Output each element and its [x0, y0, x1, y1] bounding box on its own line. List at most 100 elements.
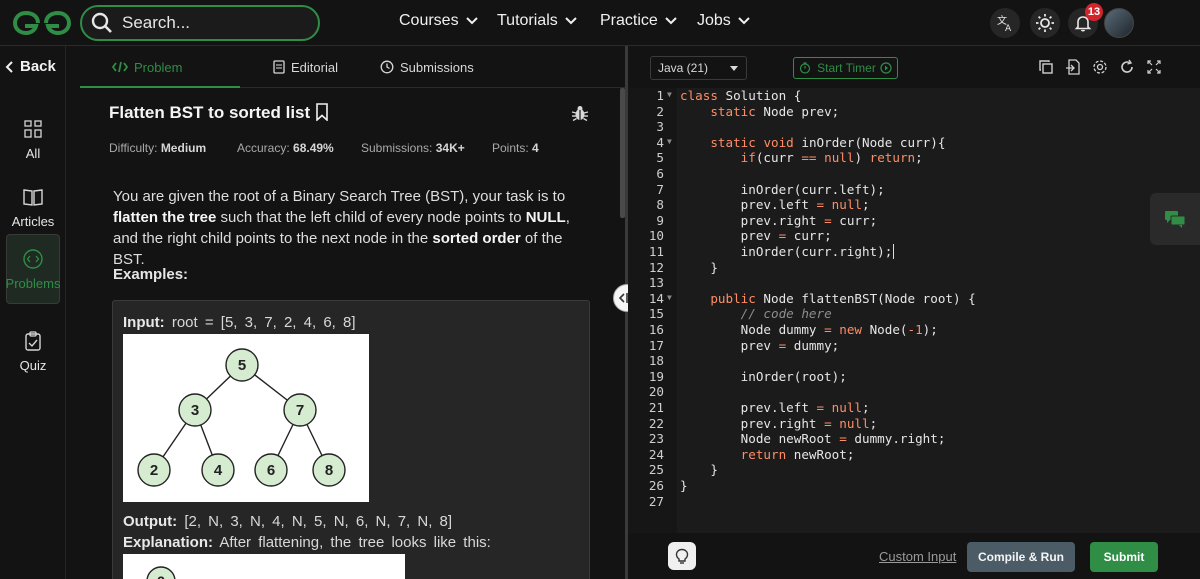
code-line: prev.left = null; — [680, 197, 870, 213]
problem-tabs: Problem Editorial Submissions — [80, 46, 625, 89]
search-input[interactable]: Search... — [122, 13, 190, 33]
theme-toggle-button[interactable] — [1030, 8, 1060, 38]
avatar[interactable] — [1104, 8, 1134, 38]
accuracy-meta: Accuracy: 68.49% — [237, 141, 334, 155]
top-navbar: Search... Courses Tutorials Practice Job… — [0, 0, 1200, 46]
chevron-down-icon — [738, 17, 750, 25]
line-number: 12 — [648, 259, 664, 275]
tree-node: 4 — [214, 462, 223, 479]
bug-report-icon[interactable] — [571, 104, 589, 122]
grid-icon — [24, 119, 42, 138]
difficulty-meta: Difficulty: Medium — [109, 141, 207, 155]
code-icon — [112, 61, 128, 73]
clock-icon — [380, 60, 394, 74]
code-line: return newRoot; — [740, 446, 855, 462]
stopwatch-icon — [800, 62, 811, 74]
svg-text:A: A — [1005, 24, 1012, 32]
line-number: 18 — [648, 353, 664, 369]
settings-icon[interactable] — [1092, 59, 1108, 75]
start-timer-button[interactable]: Start Timer — [793, 57, 898, 79]
chat-icon — [1165, 211, 1186, 228]
chevron-down-icon — [465, 17, 478, 25]
tree-diagram: 5 3 7 2 4 6 8 — [123, 334, 369, 502]
document-icon — [273, 60, 285, 74]
examples-heading: Examples: — [113, 266, 189, 283]
code-line: } — [680, 259, 718, 275]
line-number: 6 — [656, 166, 664, 181]
line-number: 1 — [656, 88, 664, 103]
code-line: prev = dummy; — [680, 337, 840, 353]
line-number: 20 — [648, 384, 664, 400]
language-select[interactable]: Java (21) — [650, 56, 747, 80]
search-box[interactable]: Search... — [80, 5, 320, 41]
tree-node: 6 — [267, 462, 275, 479]
example-explanation: Explanation: After flattening, the tree … — [123, 534, 491, 551]
code-line: static Node prev; — [710, 103, 840, 119]
example-box: Input: root = [5, 3, 7, 2, 4, 6, 8] 5 3 … — [112, 300, 590, 579]
line-number: 7 — [656, 181, 664, 197]
line-number: 26 — [648, 478, 664, 493]
translate-button[interactable]: 文A — [990, 8, 1020, 38]
copy-icon[interactable] — [1038, 59, 1054, 75]
sidebar-item-problems[interactable]: Problems — [6, 234, 60, 304]
nav-courses[interactable]: Courses — [399, 12, 478, 30]
submit-button[interactable]: Submit — [1090, 542, 1158, 572]
fold-arrow-icon[interactable]: ▼ — [667, 293, 672, 302]
nav-practice[interactable]: Practice — [600, 12, 677, 30]
code-editor[interactable]: 1 2 3 4 5 6 7 8 9 10 11 12 13 14 15 16 17 18 19 20 21 22 23 24 2… — [628, 88, 1200, 533]
line-number: 27 — [648, 493, 664, 509]
bookmark-icon[interactable] — [315, 103, 329, 122]
code-line: public Node flattenBST(Node root) { — [710, 290, 976, 306]
tree-node: 2 — [150, 462, 158, 479]
caret-down-icon — [730, 66, 738, 71]
code-line: inOrder(root); — [680, 368, 847, 384]
sidebar-item-all[interactable]: All — [6, 104, 60, 174]
fold-arrow-icon[interactable]: ▼ — [667, 137, 672, 146]
code-line: } — [680, 478, 688, 493]
chevron-left-icon — [5, 60, 13, 73]
code-line: if(curr == null) return; — [740, 150, 923, 166]
sidebar-item-quiz[interactable]: Quiz — [6, 316, 60, 386]
hint-button[interactable] — [668, 542, 696, 570]
flattened-tree-diagram: 2 — [123, 554, 405, 579]
page-title: Flatten BST to sorted list — [109, 103, 329, 123]
problem-description: You are given the root of a Binary Searc… — [113, 188, 570, 268]
code-line: static void inOrder(Node curr){ — [710, 134, 946, 150]
code-line: prev = curr; — [680, 228, 832, 244]
line-number: 3 — [656, 119, 664, 135]
sun-icon — [1036, 14, 1054, 32]
tab-submissions[interactable]: Submissions — [380, 46, 474, 88]
fullscreen-icon[interactable] — [1146, 59, 1162, 75]
code-line: class Solution { — [680, 88, 802, 103]
problem-panel: Flatten BST to sorted list Difficulty: M… — [80, 88, 625, 579]
nav-tutorials[interactable]: Tutorials — [497, 12, 577, 30]
points-meta: Points: 4 — [492, 141, 539, 155]
code-line: Node dummy = new Node(-1); — [680, 322, 938, 337]
code-line: prev.right = curr; — [680, 212, 878, 228]
custom-input-link[interactable]: Custom Input — [879, 549, 956, 564]
line-number: 16 — [648, 322, 664, 337]
tree-node: 7 — [296, 402, 304, 419]
chat-button[interactable] — [1150, 193, 1200, 245]
sidebar-item-articles[interactable]: Articles — [6, 172, 60, 242]
code-line: inOrder(curr.left); — [680, 181, 885, 197]
lightbulb-icon — [675, 548, 689, 564]
tree-node: 3 — [191, 402, 199, 419]
back-button[interactable]: Back — [4, 58, 56, 75]
line-number: 8 — [656, 197, 664, 213]
tree-node: 8 — [325, 462, 333, 479]
compile-run-button[interactable]: Compile & Run — [967, 542, 1075, 572]
fold-arrow-icon[interactable]: ▼ — [667, 90, 672, 99]
code-line: prev.right = null; — [680, 415, 878, 431]
tab-problem[interactable]: Problem — [112, 46, 182, 88]
line-number: 4 — [656, 134, 664, 150]
tab-editorial[interactable]: Editorial — [273, 46, 338, 88]
code-icon — [23, 248, 43, 269]
nav-jobs[interactable]: Jobs — [697, 12, 750, 30]
reset-icon[interactable] — [1119, 59, 1135, 75]
import-file-icon[interactable] — [1065, 59, 1081, 75]
gfg-logo[interactable] — [12, 10, 72, 36]
example-output: Output: [2, N, 3, N, 4, N, 5, N, 6, N, 7… — [123, 513, 453, 530]
code-line: // code here — [740, 306, 832, 322]
editor-footer: Custom Input Compile & Run Submit — [628, 533, 1200, 579]
